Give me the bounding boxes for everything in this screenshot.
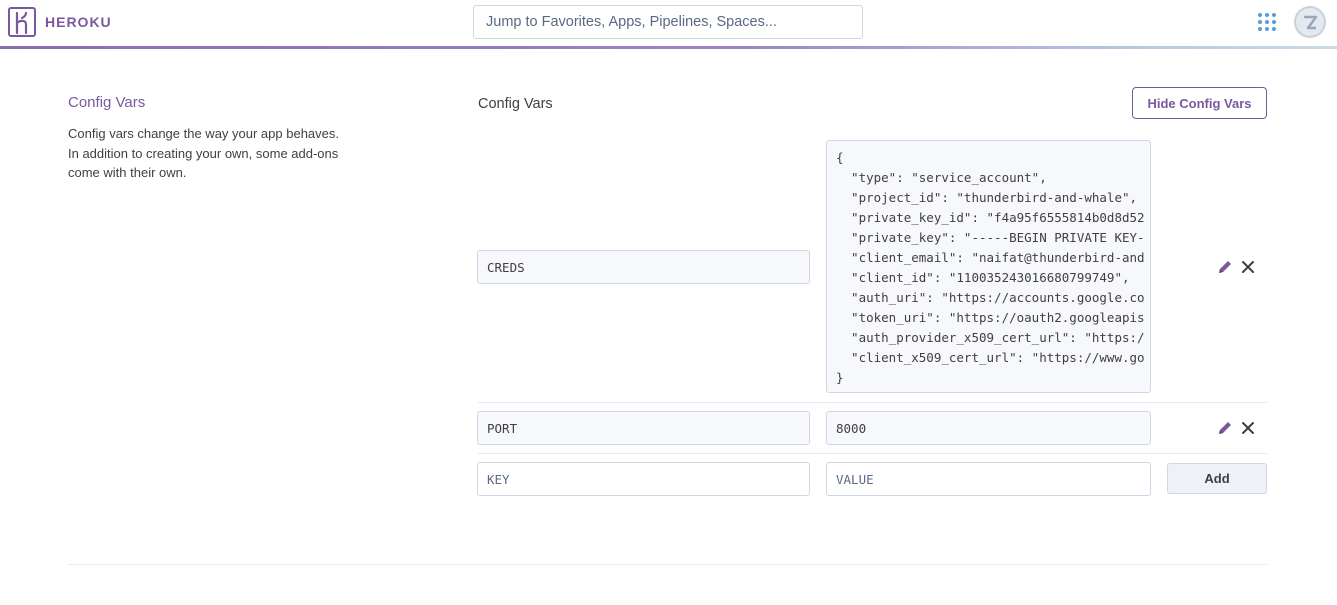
json-line: "client_x509_cert_url": "https://www.go — [836, 350, 1145, 365]
top-navigation-bar: HEROKU — [0, 0, 1337, 47]
json-line: "client_id": "110035243016680799749", — [836, 270, 1130, 285]
delete-port-close-icon[interactable] — [1241, 421, 1257, 437]
config-var-key-creds[interactable] — [477, 250, 810, 284]
section-title: Config Vars — [68, 94, 146, 111]
header-accent-line — [0, 46, 1337, 49]
config-vars-heading: Config Vars — [478, 96, 553, 112]
json-line: "token_uri": "https://oauth2.googleapis — [836, 310, 1145, 325]
json-line: "client_email": "naifat@thunderbird-and — [836, 250, 1145, 265]
add-config-var-button[interactable]: Add — [1167, 463, 1267, 494]
user-avatar-icon[interactable] — [1294, 6, 1326, 38]
new-value-input[interactable] — [826, 462, 1151, 496]
row-divider — [478, 402, 1267, 403]
edit-creds-pencil-icon[interactable] — [1217, 259, 1233, 275]
json-line: "project_id": "thunderbird-and-whale", — [836, 190, 1138, 205]
search-input[interactable] — [473, 5, 863, 39]
heroku-logo-icon — [8, 7, 36, 37]
json-line: "auth_provider_x509_cert_url": "https:/ — [836, 330, 1145, 345]
json-line: } — [836, 370, 844, 385]
json-line: "auth_uri": "https://accounts.google.co — [836, 290, 1145, 305]
section-description: Config vars change the way your app beha… — [68, 126, 340, 180]
section-divider — [68, 564, 1267, 565]
json-line: "type": "service_account", — [836, 170, 1047, 185]
heroku-logo[interactable]: HEROKU — [8, 7, 112, 37]
edit-port-pencil-icon[interactable] — [1217, 420, 1233, 436]
json-line: "private_key_id": "f4a95f6555814b0d8d52 — [836, 210, 1145, 225]
json-line: "private_key": "-----BEGIN PRIVATE KEY- — [836, 230, 1145, 245]
row-divider — [478, 453, 1267, 454]
apps-grid-icon[interactable] — [1257, 12, 1277, 32]
hide-config-vars-button[interactable]: Hide Config Vars — [1132, 87, 1267, 119]
config-var-value-creds[interactable]: { "type": "service_account", "project_id… — [826, 140, 1151, 393]
delete-creds-close-icon[interactable] — [1241, 260, 1257, 276]
json-line: { — [836, 150, 844, 165]
config-var-key-port[interactable] — [477, 411, 810, 445]
new-key-input[interactable] — [477, 462, 810, 496]
brand-name: HEROKU — [45, 14, 112, 30]
config-var-value-port[interactable] — [826, 411, 1151, 445]
